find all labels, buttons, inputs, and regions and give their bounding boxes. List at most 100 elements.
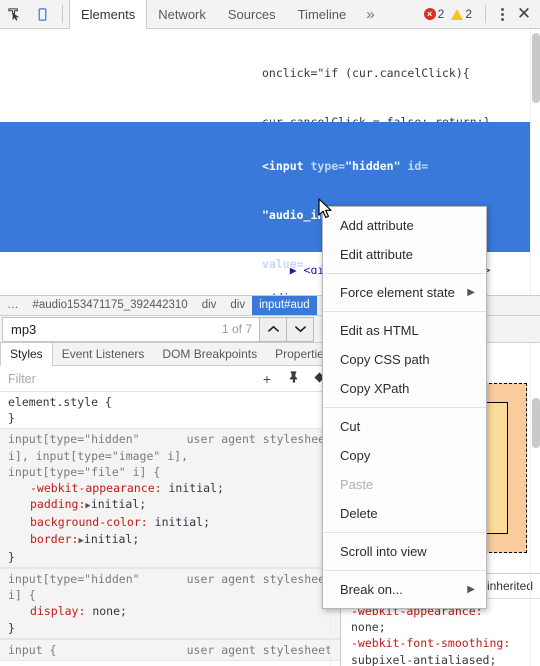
toolbar-divider (62, 5, 63, 23)
sel-attr-type: type= (310, 158, 346, 173)
pin-icon[interactable] (280, 370, 306, 387)
rule-origin: user agent stylesheet (186, 432, 332, 447)
menu-separator (323, 570, 486, 571)
css-value[interactable]: initial; (155, 515, 210, 529)
rule-origin: user agent stylesheet (186, 642, 332, 657)
new-style-rule-icon[interactable]: + (254, 371, 280, 387)
error-count: 2 (437, 7, 445, 21)
close-icon[interactable]: ✕ (512, 4, 536, 24)
breadcrumb-item-div-2[interactable]: div (223, 296, 252, 315)
computed-scrollbar[interactable] (530, 343, 540, 666)
menu-separator (323, 407, 486, 408)
css-value[interactable]: initial; (169, 481, 224, 495)
styles-rules-list[interactable]: element.style { } user agent stylesheet … (0, 392, 340, 666)
styles-filter-row: Filter + (0, 366, 340, 392)
sel-attr-id: id= (407, 158, 429, 173)
devtools-toolbar: Elements Network Sources Timeline » × 2 … (0, 0, 540, 29)
rule-close-brace: } (8, 411, 15, 426)
tab-network[interactable]: Network (147, 0, 217, 29)
menu-item-edit-as-html[interactable]: Edit as HTML (323, 316, 486, 345)
computed-value: none; (351, 620, 386, 635)
tab-timeline[interactable]: Timeline (287, 0, 358, 29)
computed-property[interactable]: -webkit-font-smoothing: (351, 636, 510, 650)
device-toolbar-icon[interactable] (28, 0, 56, 28)
rule-close-brace: } (8, 620, 15, 635)
submenu-arrow-icon: ▶ (467, 584, 475, 595)
style-rule-ua-3[interactable]: user agent stylesheet input { (0, 638, 340, 662)
submenu-arrow-icon: ▶ (467, 287, 475, 298)
search-prev-button[interactable] (259, 316, 287, 342)
warning-count: 2 (465, 7, 472, 21)
menu-item-label: Force element state (340, 285, 455, 300)
context-menu[interactable]: Add attribute Edit attribute Force eleme… (322, 206, 487, 609)
rule-origin: user agent stylesheet (186, 572, 332, 587)
kebab-menu-icon[interactable] (492, 7, 512, 21)
search-match-count: 1 of 7 (221, 322, 252, 336)
tab-styles[interactable]: Styles (0, 342, 53, 366)
css-value[interactable]: initial; (84, 532, 139, 546)
menu-item-edit-attribute[interactable]: Edit attribute (323, 240, 486, 269)
menu-item-paste: Paste (340, 477, 374, 492)
breadcrumb-ellipsis[interactable]: … (0, 296, 26, 315)
css-property[interactable]: display: (8, 604, 85, 618)
breadcrumb-item-div-1[interactable]: div (195, 296, 224, 315)
style-rule-ua-2[interactable]: user agent stylesheet input[type="hidden… (0, 568, 340, 639)
menu-item-delete[interactable]: Delete (323, 499, 486, 528)
css-property[interactable]: border: (8, 532, 78, 546)
css-property[interactable]: -webkit-appearance: (8, 481, 162, 495)
tab-event-listeners[interactable]: Event Listeners (53, 343, 154, 366)
menu-item-copy-css-path[interactable]: Copy CSS path (323, 345, 486, 374)
toolbar-right-group: × 2 2 ✕ (423, 4, 540, 24)
tab-dom-breakpoints[interactable]: DOM Breakpoints (153, 343, 266, 366)
rule-selector-cont: i] { (8, 588, 36, 603)
menu-item-copy-xpath[interactable]: Copy XPath (323, 374, 486, 403)
css-property[interactable]: padding: (8, 497, 85, 511)
menu-item-cut[interactable]: Cut (323, 412, 486, 441)
menu-item-force-element-state[interactable]: Force element state ▶ (323, 278, 486, 307)
breadcrumb-item-audio[interactable]: #audio153471175_392442310 (26, 296, 195, 315)
search-input[interactable] (11, 321, 222, 337)
warning-badge[interactable]: 2 (451, 7, 472, 21)
sel-val-hidden: "hidden" (345, 158, 401, 173)
rule-close-brace: } (8, 549, 15, 564)
dom-code-below: </div> <div ▶ <d (262, 257, 304, 295)
menu-item-copy[interactable]: Copy (323, 441, 486, 470)
menu-separator (323, 273, 486, 274)
menu-item-add-attribute[interactable]: Add attribute (323, 211, 486, 240)
style-rule-element[interactable]: element.style { } (0, 392, 340, 428)
menu-item-break-on[interactable]: Break on... ▶ (323, 575, 486, 604)
computed-properties-list[interactable]: -webkit-appearance: none; -webkit-font-s… (341, 599, 540, 666)
breadcrumb-item-input[interactable]: input#aud (252, 296, 317, 315)
toolbar-divider-2 (485, 5, 486, 23)
tab-sources[interactable]: Sources (217, 0, 287, 29)
css-value[interactable]: none; (92, 604, 127, 618)
computed-scrollbar-thumb[interactable] (532, 398, 540, 448)
search-next-button[interactable] (286, 316, 314, 342)
inspect-cursor-icon[interactable] (0, 0, 28, 28)
error-badge[interactable]: × 2 (423, 7, 445, 21)
sel-tag: <input (262, 158, 304, 173)
menu-separator (323, 311, 486, 312)
panel-tabs: Elements Network Sources Timeline » (69, 0, 384, 29)
rule-selector: element.style { (8, 395, 112, 409)
css-property[interactable]: background-color: (8, 515, 148, 529)
dom-line: onclick="if (cur.cancelClick){ (262, 65, 470, 80)
tab-elements[interactable]: Elements (69, 0, 148, 29)
styles-sidebar-tabs: Styles Event Listeners DOM Breakpoints P… (0, 342, 340, 366)
computed-value: subpixel-antialiased; (351, 652, 497, 666)
dom-scrollbar[interactable] (530, 29, 540, 295)
menu-item-scroll-into-view[interactable]: Scroll into view (323, 537, 486, 566)
rule-selector-cont: input[type="file" i] { (8, 464, 161, 479)
rule-selector-cont: i], input[type="image" i], (8, 448, 189, 463)
menu-item-label: Break on... (340, 582, 403, 597)
styles-filter-input[interactable]: Filter (8, 372, 254, 386)
search-field-wrapper[interactable]: 1 of 7 (2, 316, 260, 342)
warning-icon (451, 8, 464, 20)
style-rule-ua-1[interactable]: user agent stylesheet input[type="hidden… (0, 428, 340, 569)
css-value[interactable]: initial; (91, 497, 146, 511)
more-tabs-button[interactable]: » (357, 6, 383, 23)
dom-scrollbar-thumb[interactable] (532, 33, 540, 103)
menu-separator (323, 532, 486, 533)
devtools-window: Elements Network Sources Timeline » × 2 … (0, 0, 540, 666)
error-icon: × (423, 8, 436, 20)
